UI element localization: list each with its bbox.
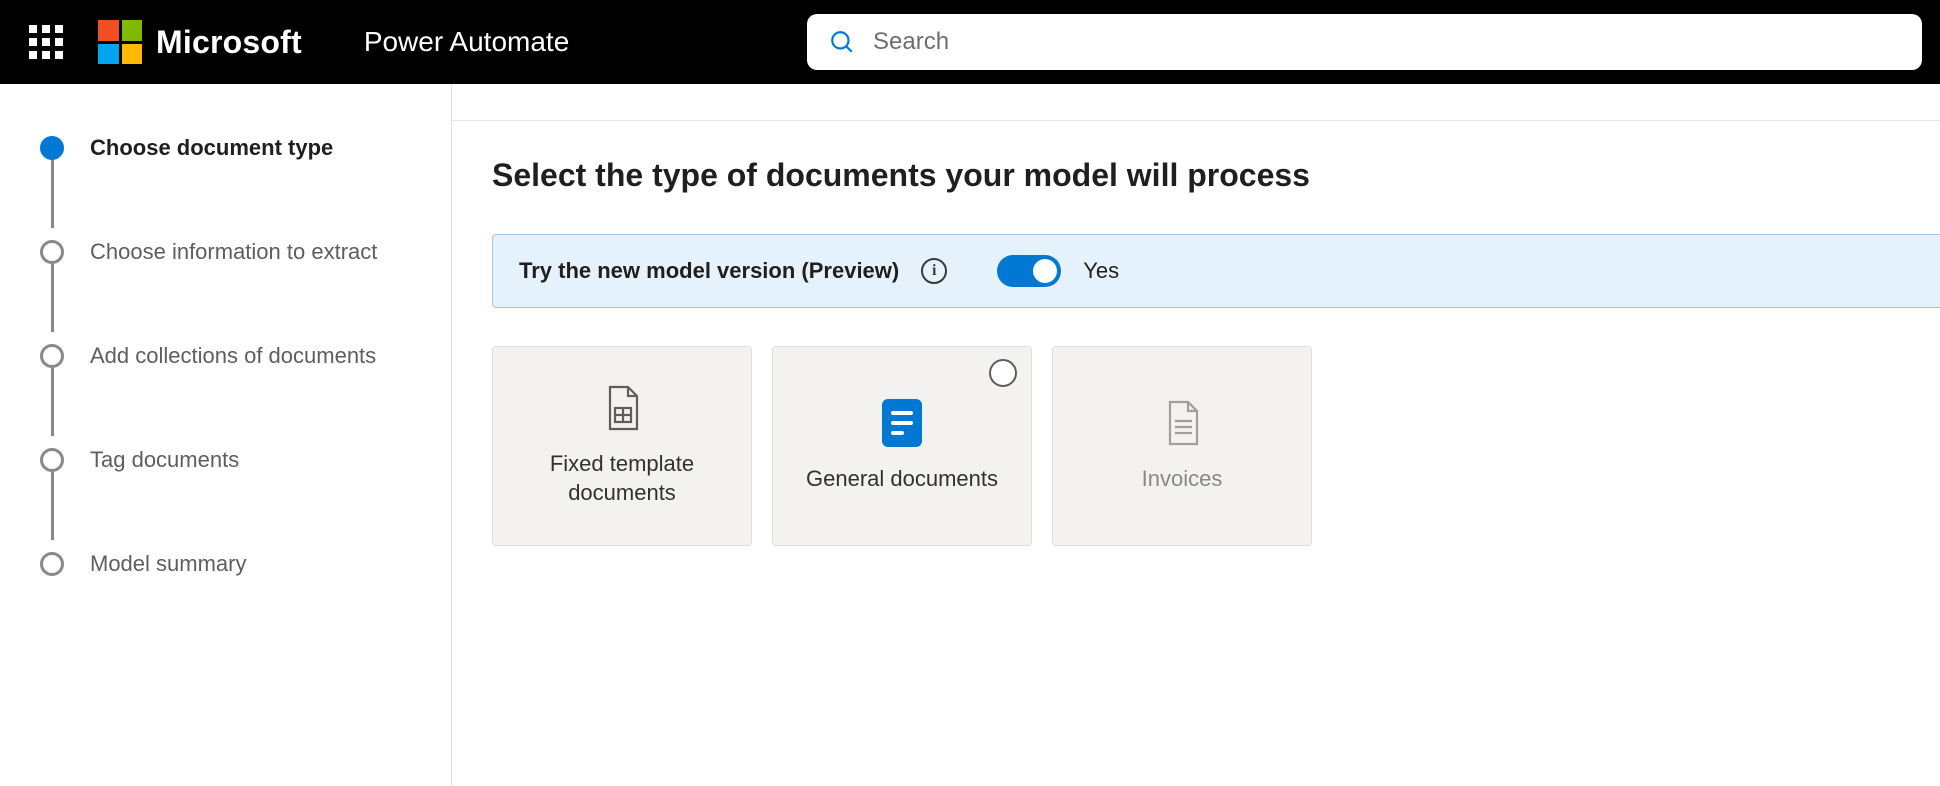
step-label: Tag documents xyxy=(90,447,239,473)
step-indicator-icon xyxy=(40,136,64,160)
document-type-card-list: Fixed template documents General documen… xyxy=(492,346,1940,546)
step-choose-information[interactable]: Choose information to extract xyxy=(40,236,451,268)
card-radio[interactable] xyxy=(989,359,1017,387)
general-document-icon xyxy=(878,399,926,447)
top-bar: Microsoft Power Automate Search xyxy=(0,0,1940,84)
step-label: Choose document type xyxy=(90,135,333,161)
step-model-summary[interactable]: Model summary xyxy=(40,548,451,580)
step-tag-documents[interactable]: Tag documents xyxy=(40,444,451,476)
preview-toggle[interactable] xyxy=(997,255,1061,287)
wizard-steps-sidebar: Choose document type Choose information … xyxy=(0,84,452,786)
invoice-file-icon xyxy=(1158,399,1206,447)
product-label: Power Automate xyxy=(364,26,569,58)
toggle-knob-icon xyxy=(1033,259,1057,283)
card-title: Invoices xyxy=(1124,465,1241,494)
step-indicator-icon xyxy=(40,344,64,368)
step-add-collections[interactable]: Add collections of documents xyxy=(40,340,451,372)
info-icon[interactable]: i xyxy=(921,258,947,284)
step-indicator-icon xyxy=(40,448,64,472)
step-choose-document-type[interactable]: Choose document type xyxy=(40,132,451,164)
app-launcher-icon[interactable] xyxy=(26,22,66,62)
card-fixed-template-documents[interactable]: Fixed template documents xyxy=(492,346,752,546)
search-placeholder: Search xyxy=(873,28,949,56)
search-icon xyxy=(829,29,855,55)
step-indicator-icon xyxy=(40,240,64,264)
main-content: Select the type of documents your model … xyxy=(452,84,1940,786)
toggle-label: Yes xyxy=(1083,258,1119,284)
card-title: Fixed template documents xyxy=(493,450,751,507)
card-invoices[interactable]: Invoices xyxy=(1052,346,1312,546)
microsoft-logo-icon xyxy=(98,20,142,64)
brand-label: Microsoft xyxy=(156,24,302,61)
preview-banner: Try the new model version (Preview) i Ye… xyxy=(492,234,1940,308)
card-title: General documents xyxy=(788,465,1016,494)
fixed-template-file-icon xyxy=(598,384,646,432)
page-title: Select the type of documents your model … xyxy=(492,157,1940,194)
step-label: Choose information to extract xyxy=(90,239,377,265)
card-general-documents[interactable]: General documents xyxy=(772,346,1032,546)
banner-text: Try the new model version (Preview) xyxy=(519,258,899,284)
step-indicator-icon xyxy=(40,552,64,576)
step-label: Model summary xyxy=(90,551,246,577)
step-label: Add collections of documents xyxy=(90,343,376,369)
content-divider xyxy=(452,120,1940,121)
search-input[interactable]: Search xyxy=(807,14,1922,70)
microsoft-logo[interactable]: Microsoft xyxy=(98,20,302,64)
